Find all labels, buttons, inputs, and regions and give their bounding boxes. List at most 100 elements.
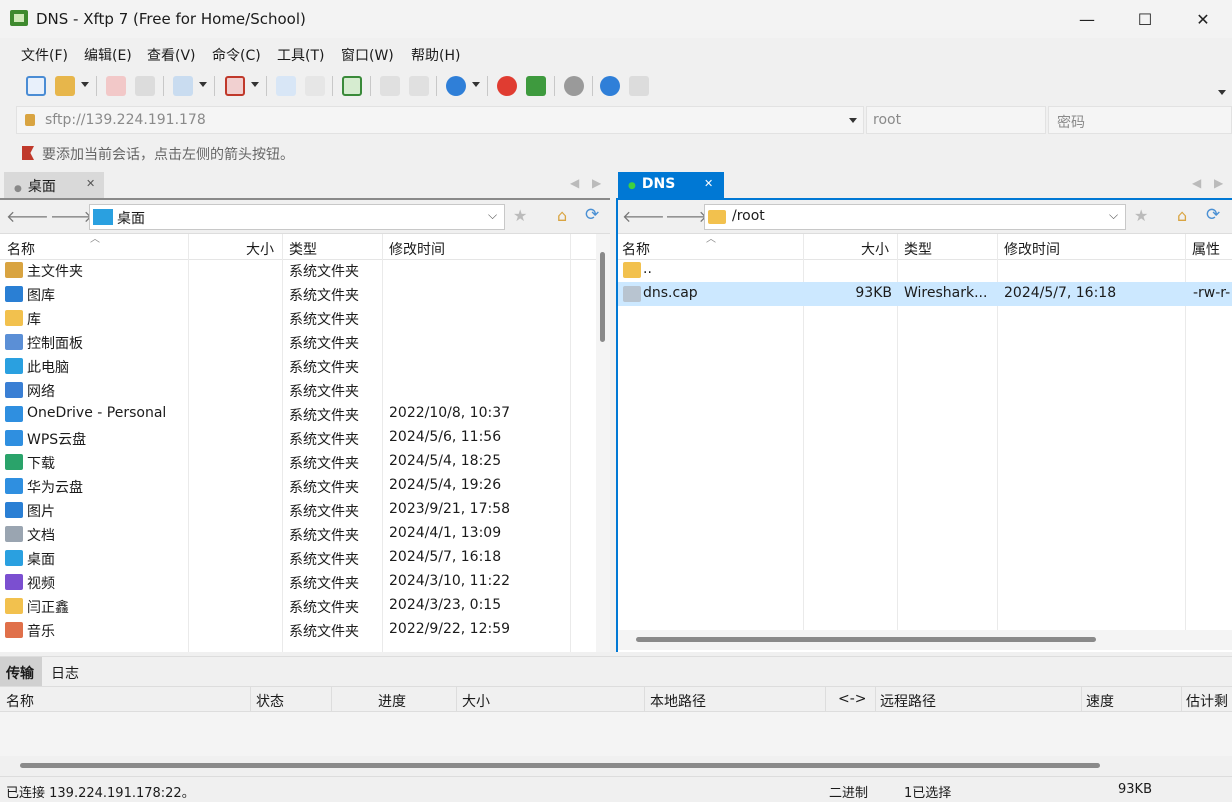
table-row[interactable]: 控制面板 系统文件夹 (0, 330, 596, 354)
close-button[interactable]: ✕ (1174, 0, 1232, 38)
refresh-icon[interactable]: ⟳ (1206, 205, 1220, 225)
tab-scroll-left-icon[interactable]: ◀ (570, 176, 579, 190)
transfer-horizontal-scrollbar[interactable] (0, 756, 1232, 776)
col-transfer-name[interactable]: 名称 (6, 691, 34, 711)
host-address-input[interactable]: sftp://139.224.191.178 (16, 106, 864, 134)
tab-scroll-left-icon[interactable]: ◀ (1192, 176, 1201, 190)
table-row[interactable]: .. (618, 258, 1232, 282)
col-progress[interactable]: 进度 (378, 691, 406, 711)
menu-command[interactable]: 命令(C) (212, 45, 261, 65)
copy-icon[interactable] (380, 76, 400, 96)
tab-scroll-right-icon[interactable]: ▶ (592, 176, 601, 190)
col-direction[interactable]: <-> (838, 691, 867, 707)
back-arrow-icon[interactable]: 🡐 (6, 206, 49, 226)
table-row[interactable]: 下载 系统文件夹 2024/5/4, 18:25 (0, 450, 596, 474)
col-modified[interactable]: 修改时间 (389, 239, 445, 259)
col-type[interactable]: 类型 (904, 239, 932, 259)
col-size[interactable]: 大小 (861, 239, 889, 259)
table-row[interactable]: 主文件夹 系统文件夹 (0, 258, 596, 282)
tab-scroll-right-icon[interactable]: ▶ (1214, 176, 1223, 190)
sync-icon[interactable] (342, 76, 362, 96)
col-status[interactable]: 状态 (256, 691, 284, 711)
col-name[interactable]: 名称 (622, 239, 650, 259)
menu-help[interactable]: 帮助(H) (411, 45, 460, 65)
new-session-icon[interactable] (26, 76, 46, 96)
open-dropdown-icon[interactable] (81, 82, 89, 87)
home-icon[interactable]: ⌂ (557, 206, 567, 225)
tab-transfer[interactable]: 传输 (0, 657, 42, 686)
password-input[interactable]: 密码 (1048, 106, 1232, 134)
table-row[interactable]: OneDrive - Personal 系统文件夹 2022/10/8, 10:37 (0, 402, 596, 426)
add-session-arrow-icon[interactable] (22, 146, 34, 160)
refresh-icon[interactable]: ⟳ (585, 205, 599, 225)
back-arrow-icon[interactable]: 🡐 (622, 206, 665, 226)
gear-icon[interactable] (564, 76, 584, 96)
maximize-button[interactable]: ☐ (1116, 0, 1174, 38)
chevron-down-icon[interactable]: ⌵ (488, 208, 497, 223)
table-row[interactable]: 音乐 系统文件夹 2022/9/22, 12:59 (0, 618, 596, 642)
table-row[interactable]: 视频 系统文件夹 2024/3/10, 11:22 (0, 570, 596, 594)
xftp-icon[interactable] (526, 76, 546, 96)
menu-tools[interactable]: 工具(T) (277, 45, 324, 65)
forward-arrow-icon[interactable]: 🡒 (50, 206, 93, 226)
table-row[interactable]: 图片 系统文件夹 2023/9/21, 17:58 (0, 498, 596, 522)
close-tab-icon[interactable]: ✕ (704, 177, 713, 190)
col-name[interactable]: 名称 (7, 239, 35, 259)
close-tab-icon[interactable]: ✕ (86, 177, 95, 190)
col-type[interactable]: 类型 (289, 239, 317, 259)
globe-icon[interactable] (446, 76, 466, 96)
forward-arrow-icon[interactable]: 🡒 (665, 206, 708, 226)
username-input[interactable]: root (866, 106, 1046, 134)
menu-window[interactable]: 窗口(W) (341, 45, 394, 65)
properties-dropdown-icon[interactable] (199, 82, 207, 87)
col-speed[interactable]: 速度 (1086, 691, 1114, 711)
upload-icon[interactable] (276, 76, 296, 96)
col-eta[interactable]: 估计剩 (1186, 691, 1228, 711)
disconnect-icon[interactable] (135, 76, 155, 96)
table-row[interactable]: dns.cap 93KB Wireshark... 2024/5/7, 16:18 -r… (618, 282, 1232, 306)
table-row[interactable]: 图库 系统文件夹 (0, 282, 596, 306)
help-icon[interactable] (600, 76, 620, 96)
terminal-dropdown-icon[interactable] (251, 82, 259, 87)
tab-desktop[interactable]: ● 桌面 ✕ (4, 172, 104, 198)
tab-dns[interactable]: ● DNS ✕ (618, 172, 724, 198)
col-modified[interactable]: 修改时间 (1004, 239, 1060, 259)
open-folder-icon[interactable] (55, 76, 75, 96)
minimize-button[interactable]: — (1058, 0, 1116, 38)
favorites-star-icon[interactable]: ★ (1134, 206, 1148, 225)
col-size[interactable]: 大小 (246, 239, 274, 259)
table-row[interactable]: WPS云盘 系统文件夹 2024/5/6, 11:56 (0, 426, 596, 450)
menu-edit[interactable]: 编辑(E) (84, 45, 132, 65)
table-row[interactable]: 文档 系统文件夹 2024/4/1, 13:09 (0, 522, 596, 546)
chevron-down-icon[interactable] (849, 118, 857, 123)
menu-view[interactable]: 查看(V) (147, 45, 196, 65)
menu-file[interactable]: 文件(F) (21, 45, 68, 65)
right-horizontal-scrollbar[interactable] (618, 630, 1232, 650)
col-transfer-size[interactable]: 大小 (462, 691, 490, 711)
terminal-icon[interactable] (225, 76, 245, 96)
col-attributes[interactable]: 属性 (1192, 239, 1220, 259)
transfer-mode[interactable]: 二进制 (829, 782, 868, 801)
left-scrollbar-thumb[interactable] (600, 252, 605, 342)
chevron-down-icon[interactable]: ⌵ (1109, 208, 1118, 223)
home-icon[interactable]: ⌂ (1177, 206, 1187, 225)
xshell-icon[interactable] (497, 76, 517, 96)
table-row[interactable]: 华为云盘 系统文件夹 2024/5/4, 19:26 (0, 474, 596, 498)
right-path-input[interactable]: /root ⌵ (704, 204, 1126, 230)
table-row[interactable]: 网络 系统文件夹 (0, 378, 596, 402)
transfer-scrollbar-thumb[interactable] (20, 763, 1100, 768)
session-properties-icon[interactable] (173, 76, 193, 96)
left-scrollbar[interactable] (596, 234, 610, 652)
col-local-path[interactable]: 本地路径 (650, 691, 706, 711)
globe-dropdown-icon[interactable] (472, 82, 480, 87)
table-row[interactable]: 此电脑 系统文件夹 (0, 354, 596, 378)
right-scrollbar-thumb[interactable] (636, 637, 1096, 642)
download-file-icon[interactable] (305, 76, 325, 96)
table-row[interactable]: 闫正鑫 系统文件夹 2024/3/23, 0:15 (0, 594, 596, 618)
favorites-star-icon[interactable]: ★ (513, 206, 527, 225)
chat-icon[interactable] (629, 76, 649, 96)
left-path-input[interactable]: 桌面 ⌵ (89, 204, 505, 230)
toolbar-overflow-icon[interactable] (1218, 90, 1226, 95)
tab-log[interactable]: 日志 (51, 663, 79, 683)
paste-icon[interactable] (409, 76, 429, 96)
